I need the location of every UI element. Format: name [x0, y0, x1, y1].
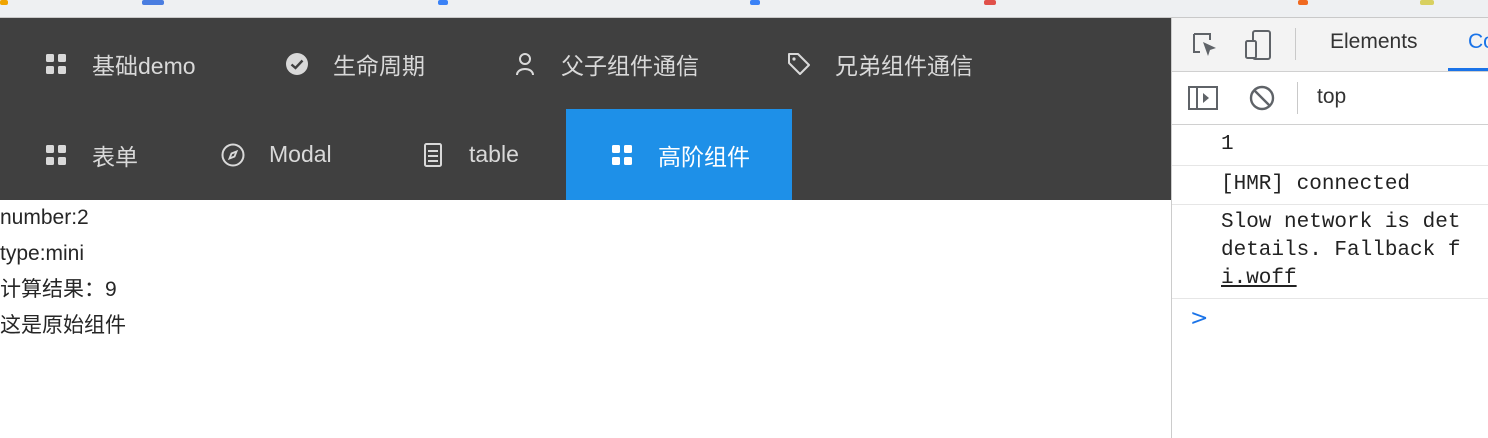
menu-item-label: 生命周期 — [333, 52, 425, 79]
menu-item-label: 表单 — [92, 143, 138, 170]
menu-item-label: table — [469, 141, 519, 167]
devtools-toolbar: Elements Co — [1172, 18, 1488, 72]
menu-item-label: 高阶组件 — [658, 143, 750, 170]
console-message: Slow network is det details. Fallback f … — [1172, 205, 1488, 299]
menu-item-modal[interactable]: Modal — [221, 109, 332, 200]
active-tab-indicator — [1448, 68, 1488, 71]
menu-item-label: 兄弟组件通信 — [835, 52, 973, 79]
device-toolbar-icon[interactable] — [1244, 30, 1272, 65]
type-text: type:mini — [0, 242, 85, 265]
menu-item-sibling[interactable]: 兄弟组件通信 — [787, 18, 973, 109]
console-link[interactable]: i.woff — [1221, 267, 1297, 290]
inspect-element-icon[interactable] — [1192, 32, 1218, 63]
grid-icon — [610, 143, 634, 167]
browser-bookmarks-bar — [0, 0, 1488, 18]
app-window: 基础demo 生命周期 父子组件通信 兄弟组件通信 表单 Modal table… — [0, 18, 1171, 438]
menu-item-label: 父子组件通信 — [561, 52, 699, 79]
menu-item-hoc[interactable]: 高阶组件 — [566, 109, 792, 200]
menu-item-table[interactable]: table — [421, 109, 519, 200]
original-component-text: 这是原始组件 — [0, 314, 126, 337]
menu-item-label: Modal — [269, 141, 332, 167]
check-circle-icon — [285, 52, 309, 76]
console-toolbar: top — [1172, 72, 1488, 125]
context-selector[interactable]: top — [1317, 85, 1346, 109]
menu-item-basic-demo[interactable]: 基础demo — [44, 18, 196, 109]
user-icon — [513, 52, 537, 76]
tab-elements[interactable]: Elements — [1330, 30, 1418, 54]
sidebar-toggle-icon[interactable] — [1188, 86, 1218, 115]
grid-icon — [44, 143, 68, 167]
console-message-text: 1 — [1221, 133, 1234, 156]
compass-icon — [221, 143, 245, 167]
page-content: number:2 type:mini 计算结果：9 这是原始组件 — [0, 200, 1171, 344]
menu-item-parent-child[interactable]: 父子组件通信 — [513, 18, 699, 109]
menu-item-label: 基础demo — [92, 52, 196, 79]
console-message-text: [HMR] connected — [1221, 173, 1411, 196]
grid-icon — [44, 52, 68, 76]
number-text: number:2 — [0, 206, 89, 229]
devtools-panel: Elements Co top 1 [HMR] connected Slow n… — [1171, 18, 1488, 438]
menu-item-form[interactable]: 表单 — [44, 109, 138, 200]
console-message-text: Slow network is det — [1221, 211, 1461, 234]
menu-item-lifecycle[interactable]: 生命周期 — [285, 18, 425, 109]
file-icon — [421, 142, 445, 167]
console-prompt-icon: > — [1190, 306, 1209, 331]
toolbar-separator — [1297, 82, 1298, 114]
top-menu: 基础demo 生命周期 父子组件通信 兄弟组件通信 表单 Modal table… — [0, 18, 1171, 200]
result-text: 计算结果：9 — [0, 278, 117, 301]
console-message-text: details. Fallback f — [1221, 239, 1461, 262]
console-input[interactable] — [1217, 306, 1477, 336]
tab-console[interactable]: Co — [1468, 30, 1488, 54]
clear-console-icon[interactable] — [1249, 85, 1275, 116]
tag-icon — [787, 52, 811, 76]
console-message: [HMR] connected — [1172, 166, 1488, 205]
console-message: 1 — [1172, 125, 1488, 166]
toolbar-separator — [1295, 28, 1296, 60]
